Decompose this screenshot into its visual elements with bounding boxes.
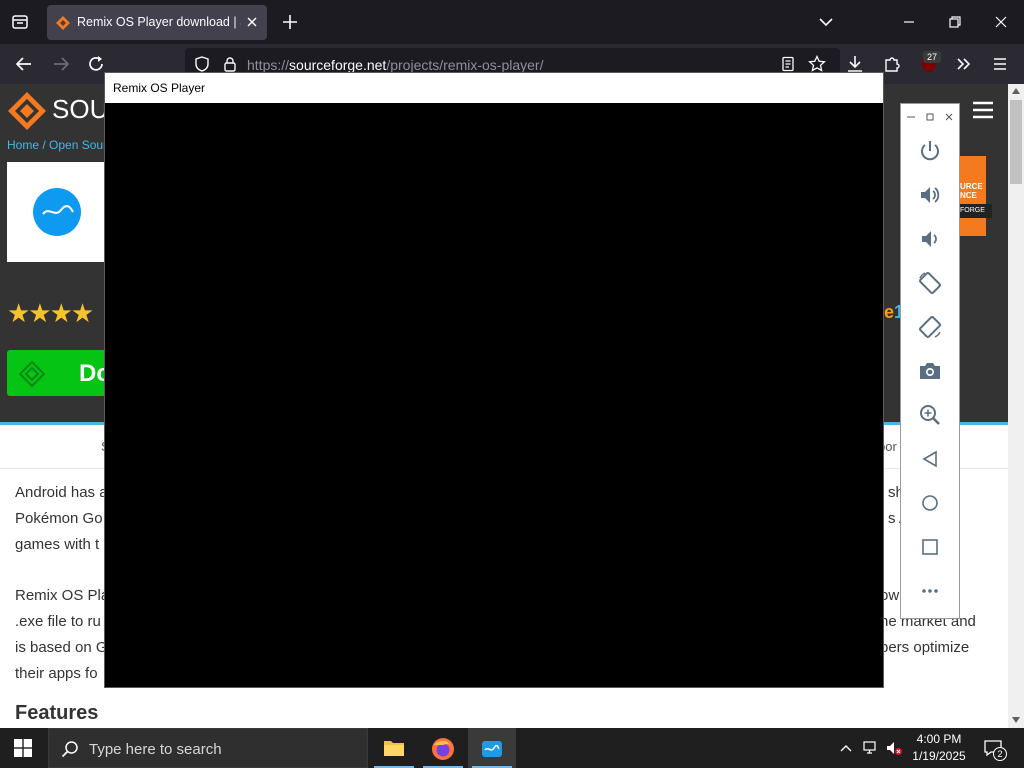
taskbar-file-explorer[interactable]: [370, 728, 418, 768]
remix-os-logo-icon: [33, 188, 81, 236]
show-hidden-icons-chevron-icon[interactable]: [838, 740, 854, 756]
tracking-protection-shield-icon[interactable]: [194, 56, 210, 72]
toolbar-close-icon[interactable]: [944, 112, 954, 122]
clock-date: 1/19/2025: [912, 749, 966, 763]
back-arrow-icon[interactable]: [14, 54, 34, 74]
restore-window-icon[interactable]: [946, 13, 964, 31]
more-icon[interactable]: [917, 578, 943, 604]
reader-view-icon[interactable]: [780, 56, 796, 72]
zoom-in-icon[interactable]: [917, 402, 943, 428]
search-icon: [61, 740, 79, 758]
scroll-down-arrow-icon[interactable]: [1012, 717, 1020, 723]
more-tools-chevron-icon[interactable]: [954, 54, 974, 74]
features-heading: Features: [15, 702, 99, 724]
player-title-bar[interactable]: Remix OS Player: [105, 73, 883, 103]
description-line-1: Android has a: [15, 484, 108, 501]
sourceforge-promo-banner[interactable]: URCE NCE FORGE: [958, 156, 992, 236]
clock-time: 4:00 PM: [916, 732, 962, 746]
tab-active[interactable]: Remix OS Player download | So: [47, 5, 267, 40]
paragraph2-line-4: their apps fo: [15, 665, 98, 682]
promo-line-3: FORGE: [958, 204, 992, 218]
toolbar-minimize-icon[interactable]: [906, 112, 916, 122]
download-button[interactable]: Do: [7, 350, 111, 396]
promo-text: URCE NCE: [960, 182, 983, 200]
remix-os-player-icon: [481, 738, 503, 760]
sourceforge-logo-icon[interactable]: [7, 91, 47, 131]
taskbar-remix-os-player[interactable]: [468, 728, 516, 768]
site-name[interactable]: SOU: [52, 94, 108, 125]
search-placeholder: Type here to search: [89, 741, 222, 758]
url-scheme: https://: [247, 57, 290, 73]
taskbar-clock[interactable]: 4:00 PM 1/19/2025: [910, 731, 968, 765]
paragraph2-line-2: .exe file to ru: [15, 613, 101, 630]
url-path: /projects/remix-os-player/: [386, 57, 544, 73]
description-line-2: Pokémon Go: [15, 510, 103, 527]
list-all-tabs-icon[interactable]: [817, 13, 835, 31]
rotate-left-icon[interactable]: [917, 270, 943, 296]
minimize-window-icon[interactable]: [900, 13, 918, 31]
player-screen[interactable]: [105, 103, 883, 687]
downloads-icon[interactable]: [845, 54, 865, 74]
site-menu-hamburger-icon[interactable]: [972, 100, 994, 120]
camera-icon[interactable]: [917, 358, 943, 384]
description-line-3: games with t: [15, 536, 100, 553]
project-logo-card: [7, 162, 105, 262]
volume-up-icon[interactable]: [917, 182, 943, 208]
app-menu-hamburger-icon[interactable]: [990, 54, 1010, 74]
home-icon[interactable]: [917, 490, 943, 516]
paragraph2-line-3: is based on G: [15, 639, 108, 656]
player-title: Remix OS Player: [113, 81, 206, 95]
url-domain: sourceforge.net: [289, 57, 387, 73]
player-control-toolbar: [900, 103, 960, 619]
reload-icon[interactable]: [86, 54, 106, 74]
tab-strip: Remix OS Player download | So: [0, 0, 1024, 44]
volume-down-icon[interactable]: [917, 226, 943, 252]
taskbar-firefox[interactable]: [419, 728, 467, 768]
network-icon[interactable]: [862, 739, 880, 757]
extensions-puzzle-icon[interactable]: [882, 54, 902, 74]
rotate-right-icon[interactable]: [917, 314, 943, 340]
paragraph2-right-3: pers optimize: [880, 639, 970, 656]
notification-count-badge: 2: [993, 747, 1007, 761]
bookmark-star-icon[interactable]: [808, 55, 826, 73]
url-text[interactable]: https://sourceforge.net/projects/remix-o…: [247, 57, 543, 73]
toolbar-maximize-icon[interactable]: [925, 112, 935, 122]
promo-line-1: URCE: [960, 182, 983, 191]
windows-taskbar: Type here to search 4:00 PM 1/19/2025 2: [0, 728, 1024, 768]
tab-close-icon[interactable]: [245, 15, 259, 29]
taskbar-search-box[interactable]: Type here to search: [48, 728, 368, 768]
close-window-icon[interactable]: [992, 13, 1010, 31]
breadcrumb[interactable]: Home / Open Sour: [7, 138, 107, 152]
sourceforge-favicon-icon: [56, 16, 70, 30]
recents-icon[interactable]: [917, 534, 943, 560]
power-icon[interactable]: [917, 138, 943, 164]
page-scrollbar[interactable]: [1008, 84, 1024, 728]
lock-icon[interactable]: [222, 56, 238, 72]
back-icon[interactable]: [917, 446, 943, 472]
tab-title: Remix OS Player download | So: [77, 15, 241, 29]
windows-start-icon[interactable]: [14, 739, 32, 757]
promo-line-2: NCE: [960, 191, 977, 200]
firefox-icon: [431, 737, 455, 761]
scroll-up-arrow-icon[interactable]: [1012, 88, 1020, 94]
file-explorer-folder-icon: [383, 738, 405, 758]
remix-os-player-window[interactable]: Remix OS Player: [104, 72, 884, 688]
scrollbar-thumb[interactable]: [1010, 100, 1022, 184]
volume-muted-icon[interactable]: [885, 739, 903, 757]
paragraph2-line-1: Remix OS Pla: [15, 587, 110, 604]
forward-arrow-icon[interactable]: [51, 54, 71, 74]
tab-list-icon[interactable]: [11, 13, 29, 31]
extension-badge: 27: [923, 51, 941, 63]
rating-stars[interactable]: ★★★★: [7, 298, 94, 329]
download-icon: [19, 361, 45, 387]
new-tab-icon[interactable]: [281, 13, 299, 31]
